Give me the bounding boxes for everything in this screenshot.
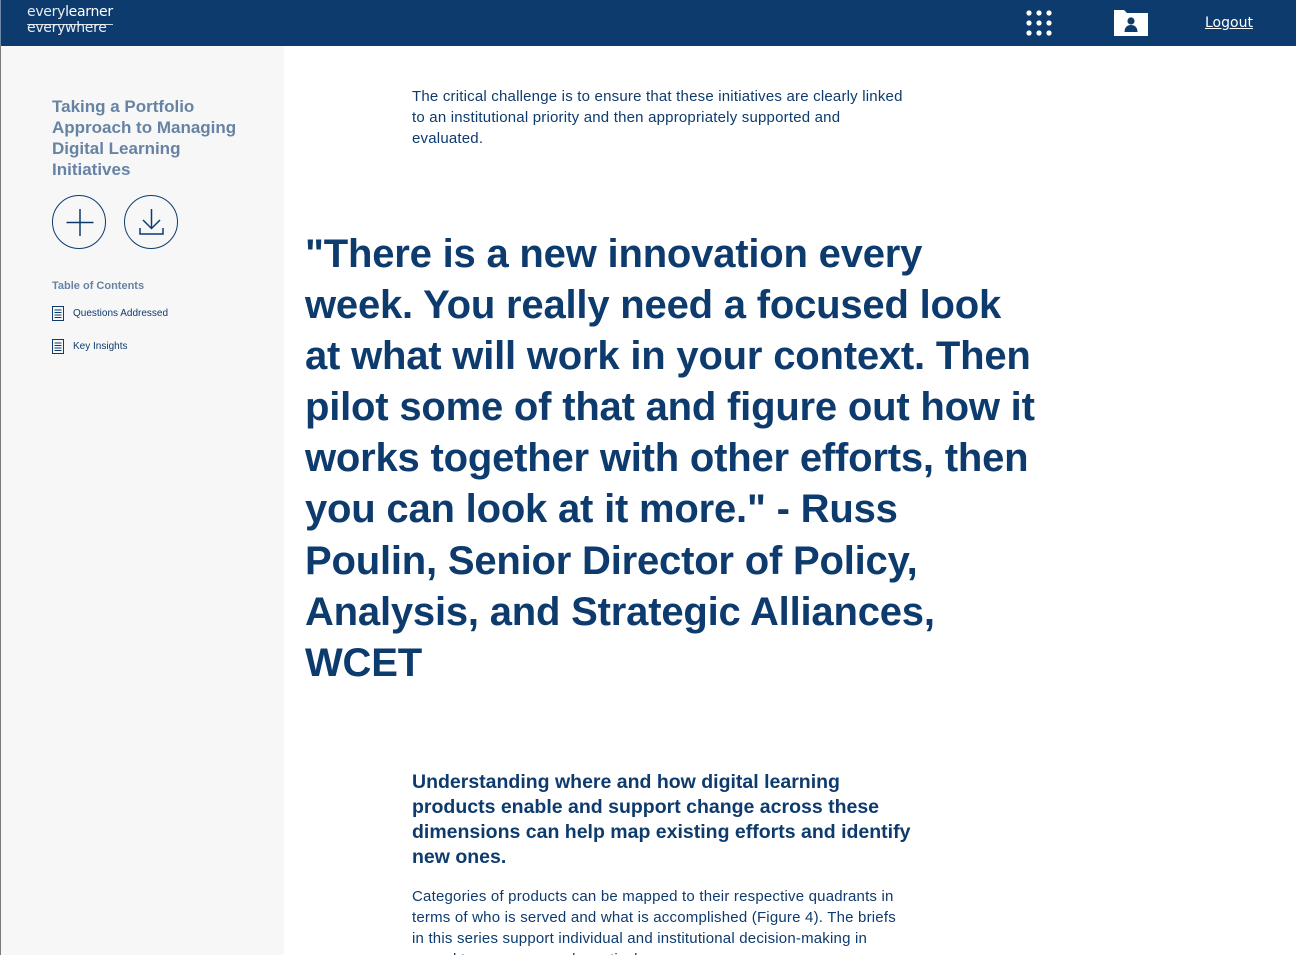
- body-paragraph: Categories of products can be mapped to …: [412, 888, 896, 955]
- section-subheading: Understanding where and how digital lear…: [412, 771, 911, 868]
- toc-item-label: Questions Addressed: [73, 308, 169, 319]
- sidebar: Taking a Portfolio Approach to Managing …: [0, 46, 284, 955]
- sidebar-title: Taking a Portfolio Approach to Managing …: [52, 97, 237, 179]
- document-icon: [52, 339, 64, 354]
- pull-quote: "There is a new innovation every week. Y…: [305, 232, 1035, 685]
- everylearner-logo[interactable]: everylearner everywhere: [27, 5, 113, 35]
- toc-heading: Table of Contents: [52, 280, 145, 292]
- logo-bottom-line: everywhere: [27, 20, 107, 36]
- toc-item-key-insights[interactable]: Key Insights: [52, 339, 127, 354]
- toc-item-questions-addressed[interactable]: Questions Addressed: [52, 306, 168, 321]
- download-button[interactable]: [124, 195, 178, 249]
- grid-dots-icon[interactable]: [1025, 9, 1053, 37]
- add-button[interactable]: [52, 195, 106, 249]
- logo-top-line: everylearner: [27, 4, 113, 20]
- intro-paragraph: The critical challenge is to ensure that…: [412, 88, 903, 147]
- logout-link[interactable]: Logout: [1205, 15, 1253, 31]
- profile-folder-icon[interactable]: [1114, 8, 1148, 36]
- toc-item-label: Key Insights: [73, 341, 128, 352]
- download-circle-icon: [139, 209, 164, 235]
- document-icon: [52, 306, 64, 321]
- plus-circle-icon: [66, 209, 94, 236]
- top-navigation-bar: everylearner everywhere Logout: [0, 0, 1296, 46]
